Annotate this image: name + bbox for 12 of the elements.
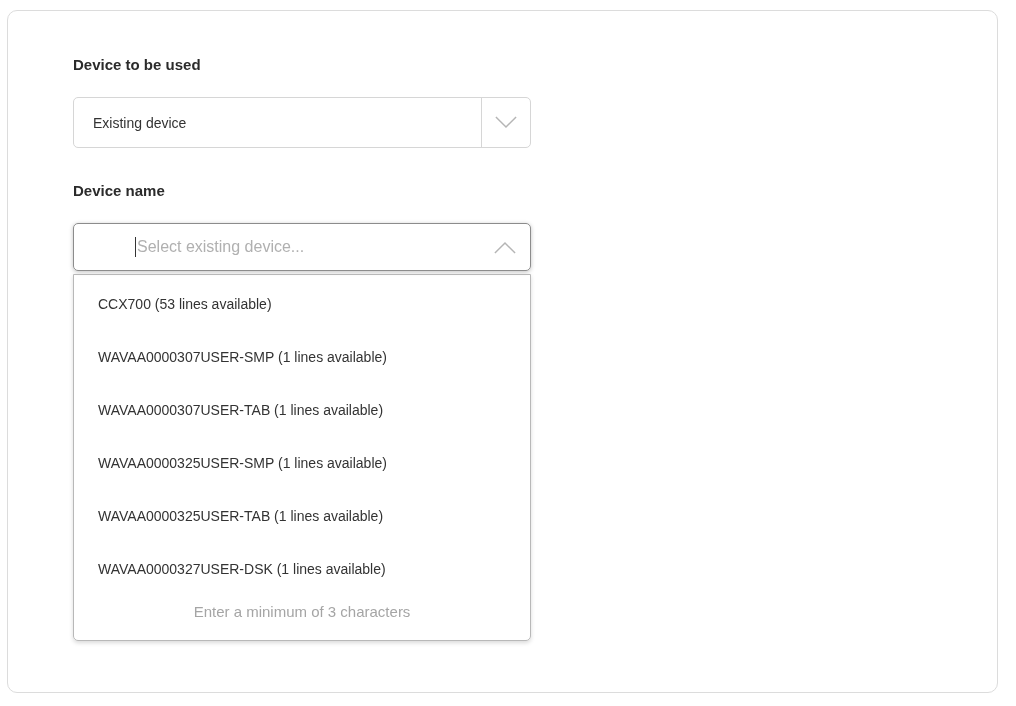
dropdown-field[interactable]: Existing device — [73, 97, 531, 148]
field-label: Device to be used — [73, 56, 202, 74]
dropdown-option[interactable]: WAVAA0000325USER-TAB (1 lines available) — [74, 496, 530, 549]
dropdown-option[interactable]: WAVAA0000307USER-SMP (1 lines available) — [74, 337, 530, 390]
dropdown-option[interactable]: CCX700 (53 lines available) — [74, 284, 530, 337]
dropdown-option[interactable]: WAVAA0000325USER-SMP (1 lines available) — [74, 443, 530, 496]
chevron-up-icon[interactable] — [494, 240, 516, 254]
field-label: Device name — [73, 182, 166, 200]
dropdown-option[interactable]: WAVAA0000307USER-TAB (1 lines available) — [74, 390, 530, 443]
hint-text: Enter a minimum of 3 characters — [192, 602, 412, 622]
dropdown-option[interactable]: WAVAA0000327USER-DSK (1 lines available) — [74, 549, 530, 602]
chevron-down-icon[interactable] — [495, 116, 517, 129]
